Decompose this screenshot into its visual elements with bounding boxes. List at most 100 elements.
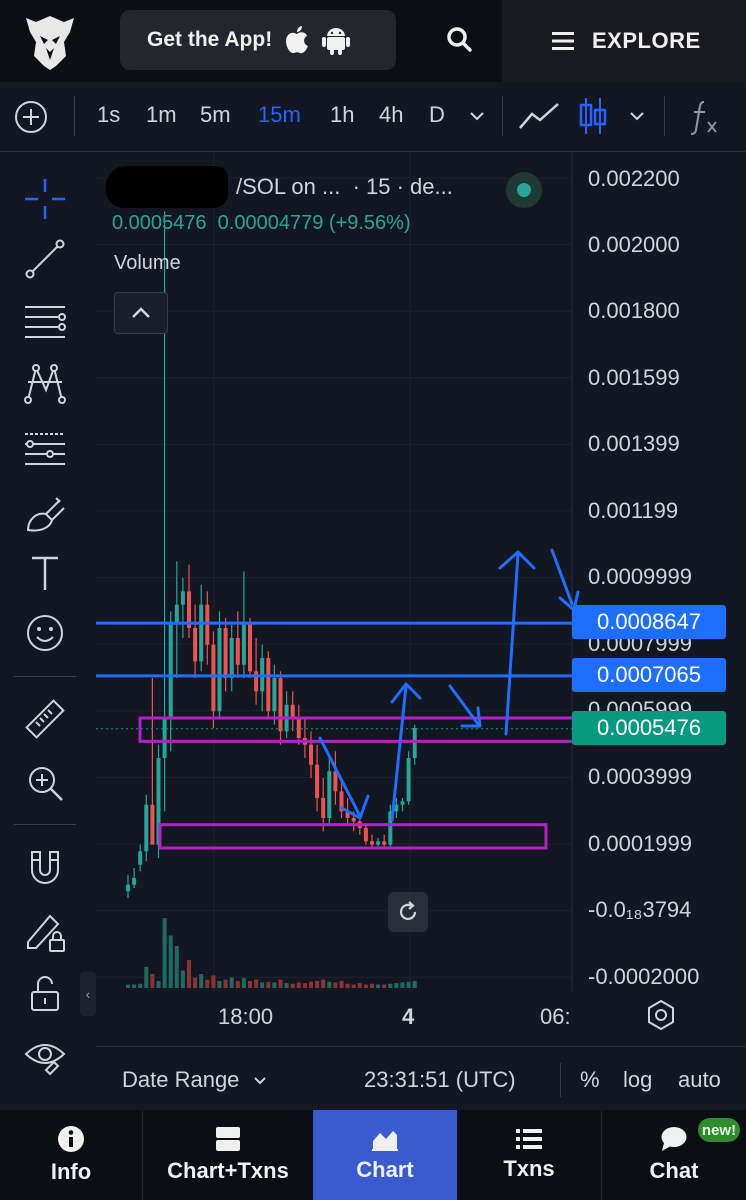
volume-bar [345,983,350,988]
volume-bar [327,981,332,988]
info-icon [58,1126,84,1152]
nav-info[interactable]: Info [0,1110,142,1200]
volume-bar [126,984,130,988]
timeframe-1s[interactable]: 1s [97,102,120,128]
chart-status-bar: Date Range 23:31:51 (UTC) % log auto [96,1046,746,1110]
top-bar: Get the App! EXPLORE [0,0,746,82]
lock-drawing-icon[interactable] [22,908,68,954]
nav-chart-txns[interactable]: Chart+Txns [143,1110,313,1200]
volume-bar [241,978,246,988]
annotation-arrow [390,684,408,822]
utc-clock[interactable]: 23:31:51 (UTC) [364,1067,516,1093]
candle-body [144,804,149,852]
candle-body [217,628,222,712]
emoji-icon[interactable] [22,610,68,656]
toolbar-divider [14,676,76,677]
volume-bar [339,981,344,988]
chevron-down-icon[interactable] [628,110,646,122]
text-tool-icon[interactable] [22,550,68,596]
chevron-down-icon [253,1077,266,1085]
volume-bar [260,982,265,988]
candle-body [272,678,277,712]
new-badge: new! [698,1118,740,1142]
volume-bar [248,981,252,988]
add-symbol-icon[interactable] [14,100,48,134]
chart-settings-icon[interactable] [644,998,678,1032]
price-axis-label: -0.0₁₈3794 [588,897,692,922]
price-axis-label: 0.001399 [588,431,680,456]
volume-bar [370,983,374,988]
log-toggle[interactable]: log [623,1067,652,1093]
crosshair-icon[interactable] [22,176,68,222]
toolbar-divider [502,96,503,136]
timeframe-1h[interactable]: 1h [330,102,354,128]
android-icon [322,28,351,55]
fib-tool-icon[interactable] [22,426,68,472]
date-range-dropdown[interactable]: Date Range [122,1067,268,1093]
eye-visibility-icon[interactable] [22,1032,68,1078]
volume-bar [302,983,307,988]
unlock-icon[interactable] [22,970,68,1016]
percent-toggle[interactable]: % [580,1067,600,1093]
candle-body [205,604,210,645]
interval-label: · 15 · de... [352,174,453,199]
candle-body [309,744,313,765]
support-zone-box [138,716,576,743]
line-chart-type-icon[interactable] [518,100,560,132]
candle-body [150,804,155,845]
candle-body [406,758,411,802]
get-app-button[interactable]: Get the App! [120,10,396,70]
volume-bar [272,982,277,988]
nav-txns[interactable]: Txns [457,1110,601,1200]
pattern-tool-icon[interactable] [22,360,68,406]
price-axis-label: 0.002200 [588,166,680,191]
trend-line-icon[interactable] [22,236,68,282]
price-axis-label: 0.002000 [588,232,680,257]
candle-body [132,878,137,885]
explore-button[interactable]: EXPLORE [502,0,746,82]
chevron-down-icon[interactable] [468,110,486,122]
auto-scale-toggle[interactable]: auto [678,1067,721,1093]
volume-bar [187,960,191,988]
candle-body [400,801,405,805]
volume-bar [193,977,198,988]
timeframe-15m[interactable]: 15m [258,102,301,128]
collapse-toolbar-button[interactable]: ‹ [80,972,96,1016]
candlestick-type-icon[interactable] [578,96,608,136]
candle-body [370,841,374,845]
candle-body [235,638,240,665]
price-axis-label: 0.001599 [588,365,680,390]
candle-body [126,884,130,892]
volume-bar [138,983,143,988]
nav-info-label: Info [50,1159,92,1184]
refresh-icon [399,901,417,921]
collapse-legend-button[interactable] [114,292,168,334]
volume-bar [406,981,411,988]
volume-bar [180,970,185,988]
volume-bar [150,974,155,988]
market-status-icon[interactable] [506,172,542,208]
nav-chart[interactable]: Chart [313,1110,457,1200]
reset-chart-button[interactable] [388,892,428,932]
timeframe-1m[interactable]: 1m [146,102,177,128]
indicators-fx-icon[interactable] [688,98,722,136]
ruler-icon[interactable] [22,696,68,742]
candle-body [180,591,185,605]
split-panel-icon [216,1127,240,1151]
zoom-in-icon[interactable] [22,760,68,806]
toolbar-divider [74,96,75,136]
magnet-icon[interactable] [22,844,68,890]
horizontal-lines-icon[interactable] [22,298,68,344]
volume-bar [162,918,167,988]
timeframe-5m[interactable]: 5m [200,102,231,128]
price-axis-label: 0.001800 [588,298,680,323]
timeframe-4h[interactable]: 4h [379,102,403,128]
chart-panel[interactable]: /SOL on ... · 15 · de... 0.0005476 0.000… [96,152,746,1046]
timeframe-d[interactable]: D [429,102,445,128]
volume-bar [223,979,228,988]
search-icon[interactable] [440,20,480,60]
brush-icon[interactable] [22,490,68,536]
eagle-logo-icon[interactable] [22,12,78,70]
chart-symbol-legend: /SOL on ... · 15 · de... [112,174,453,200]
date-range-label: Date Range [122,1067,240,1092]
